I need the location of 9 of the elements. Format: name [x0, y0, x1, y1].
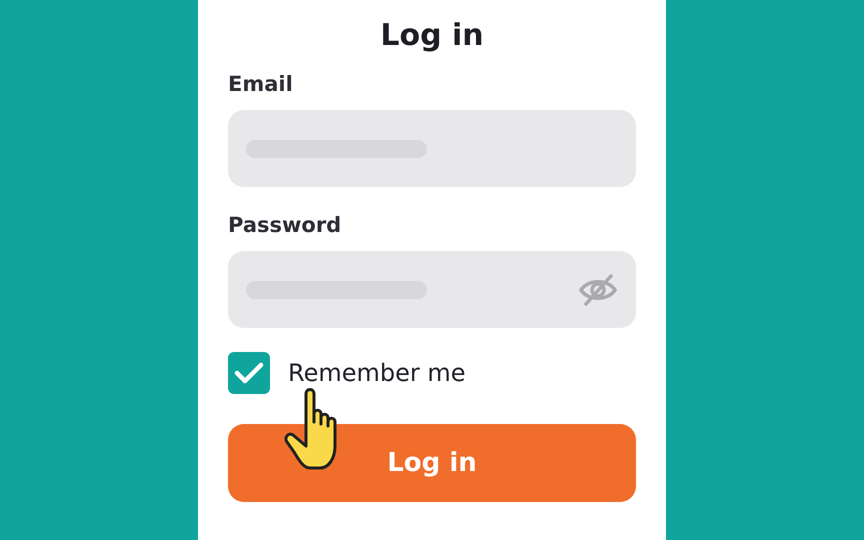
input-field[interactable] [228, 251, 636, 328]
checkmark-icon [234, 361, 264, 385]
field-label: Password [228, 212, 342, 239]
input-field[interactable] [228, 110, 636, 187]
checkbox-label[interactable]: Remember me [288, 359, 466, 387]
field-label: Email [228, 71, 293, 98]
form-title: Log in [379, 17, 485, 55]
checkbox[interactable] [228, 352, 270, 394]
eye-slash-icon[interactable] [578, 272, 618, 306]
